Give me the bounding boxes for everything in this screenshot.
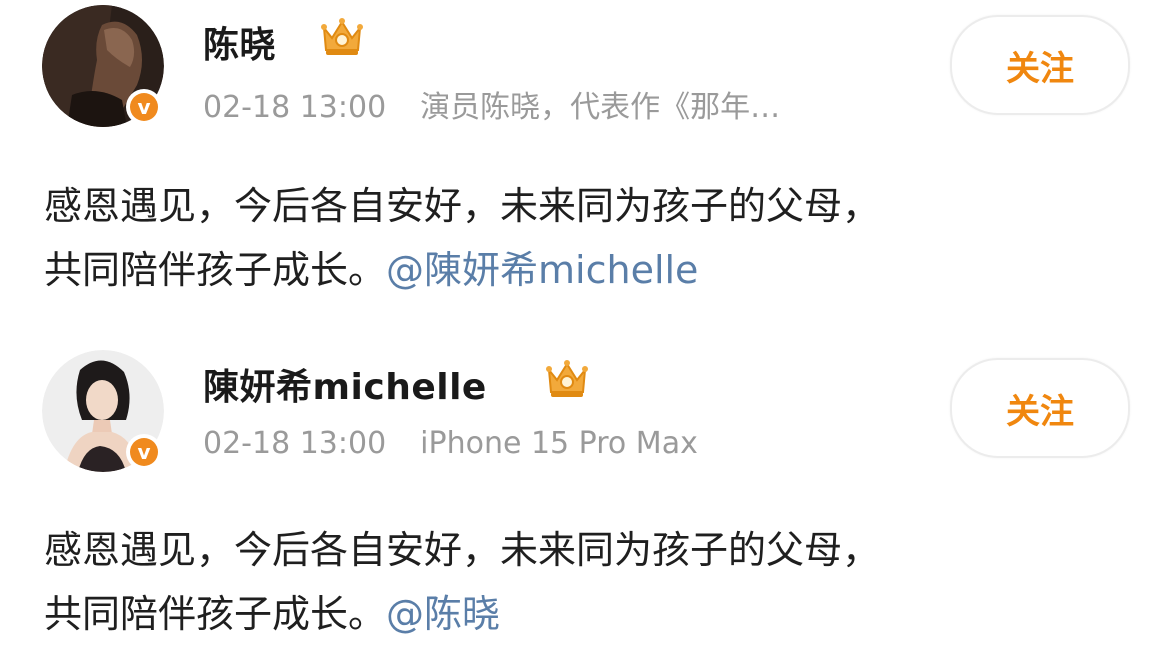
verified-badge-icon: v — [126, 434, 162, 470]
post-source: iPhone 15 Pro Max — [420, 426, 698, 461]
post-text-segment: 共同陪伴孩子成长。 — [44, 248, 387, 292]
post-text: 感恩遇见，今后各自安好，未来同为孩子的父母， 共同陪伴孩子成长。@陳妍希mich… — [44, 174, 1144, 302]
verified-badge-icon: v — [126, 89, 162, 125]
post-card: v 陳妍希michelle 02-18 13:00 iPhone 15 Pro M… — [0, 338, 1169, 671]
crown-icon — [546, 360, 588, 397]
post-source: 演员陈晓，代表作《那年… — [420, 90, 781, 125]
follow-button[interactable]: 关注 — [950, 15, 1130, 115]
mention-link[interactable]: @陈晓 — [386, 592, 500, 636]
post-meta: 02-18 13:00 演员陈晓，代表作《那年… — [203, 82, 780, 126]
author-avatar[interactable]: v — [42, 5, 164, 127]
author-name[interactable]: 陳妍希michelle — [203, 358, 487, 410]
post-text: 感恩遇见，今后各自安好，未来同为孩子的父母， 共同陪伴孩子成长。@陈晓 — [44, 518, 1144, 646]
post-card: v 陈晓 02-18 13:00 演员陈晓，代表作《那年… 关注 感恩遇见，今后各… — [0, 0, 1169, 330]
post-time: 02-18 13:00 — [203, 426, 387, 461]
post-time: 02-18 13:00 — [203, 90, 387, 125]
post-text-line: 共同陪伴孩子成长。@陳妍希michelle — [44, 238, 1144, 302]
post-text-line: 感恩遇见，今后各自安好，未来同为孩子的父母， — [44, 528, 881, 572]
post-text-line: 共同陪伴孩子成长。@陈晓 — [44, 582, 1144, 646]
author-name[interactable]: 陈晓 — [203, 16, 276, 68]
post-meta: 02-18 13:00 iPhone 15 Pro Max — [203, 426, 698, 461]
author-avatar[interactable]: v — [42, 350, 164, 472]
post-text-segment: 共同陪伴孩子成长。 — [44, 592, 387, 636]
post-text-line: 感恩遇见，今后各自安好，未来同为孩子的父母， — [44, 184, 881, 228]
mention-link[interactable]: @陳妍希michelle — [386, 248, 698, 292]
follow-button[interactable]: 关注 — [950, 358, 1130, 458]
crown-icon — [321, 18, 363, 55]
